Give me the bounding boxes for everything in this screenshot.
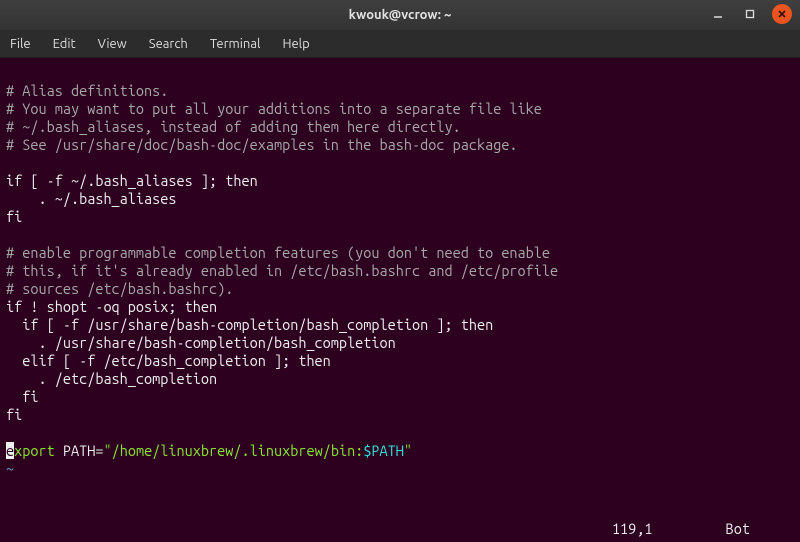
cursor-position: 119,1 bbox=[612, 520, 726, 537]
maximize-icon bbox=[745, 9, 755, 19]
code-line: elif [ -f /etc/bash_completion ]; then bbox=[6, 352, 331, 369]
code-line: . ~/.bash_aliases bbox=[6, 190, 177, 207]
minimize-button[interactable] bbox=[708, 4, 728, 24]
scroll-indicator: Bot bbox=[726, 520, 750, 537]
window-title: kwouk@vcrow: ~ bbox=[349, 8, 452, 22]
code-line: # ~/.bash_aliases, instead of adding the… bbox=[6, 118, 461, 135]
terminal-area[interactable]: # Alias definitions. # You may want to p… bbox=[0, 58, 800, 542]
code-line: # Alias definitions. bbox=[6, 82, 168, 99]
menu-search[interactable]: Search bbox=[149, 37, 188, 51]
close-button[interactable] bbox=[772, 4, 792, 24]
code-line: # this, if it's already enabled in /etc/… bbox=[6, 262, 558, 279]
string-path: "/home/linuxbrew/.linuxbrew/bin: bbox=[103, 442, 363, 459]
string-close: " bbox=[404, 442, 412, 459]
code-line: fi bbox=[6, 406, 22, 423]
window-controls bbox=[708, 4, 792, 24]
code-line: . /etc/bash_completion bbox=[6, 370, 217, 387]
menu-edit[interactable]: Edit bbox=[53, 37, 76, 51]
code-line: # You may want to put all your additions… bbox=[6, 100, 542, 117]
code-line: . /usr/share/bash-completion/bash_comple… bbox=[6, 334, 396, 351]
code-line: if [ -f /usr/share/bash-completion/bash_… bbox=[6, 316, 493, 333]
code-line: if ! shopt -oq posix; then bbox=[6, 298, 217, 315]
code-line: fi bbox=[6, 208, 22, 225]
maximize-button[interactable] bbox=[740, 4, 760, 24]
menu-file[interactable]: File bbox=[10, 37, 31, 51]
keyword-export: xport bbox=[14, 442, 55, 459]
cursor: e bbox=[6, 442, 14, 459]
export-line: export PATH="/home/linuxbrew/.linuxbrew/… bbox=[6, 442, 412, 459]
var-path: $PATH bbox=[363, 442, 404, 459]
menu-bar: File Edit View Search Terminal Help bbox=[0, 30, 800, 58]
code-line: # sources /etc/bash.bashrc). bbox=[6, 280, 233, 297]
vim-status-line: 119,1 Bot bbox=[612, 520, 750, 538]
window-titlebar: kwouk@vcrow: ~ bbox=[0, 0, 800, 30]
menu-help[interactable]: Help bbox=[282, 37, 309, 51]
vim-tilde-line: ~ bbox=[6, 460, 14, 477]
code-line: if [ -f ~/.bash_aliases ]; then bbox=[6, 172, 258, 189]
close-icon bbox=[777, 9, 787, 19]
menu-view[interactable]: View bbox=[98, 37, 127, 51]
code-line: # enable programmable completion feature… bbox=[6, 244, 550, 261]
code-line: fi bbox=[6, 388, 38, 405]
menu-terminal[interactable]: Terminal bbox=[210, 37, 261, 51]
assign: PATH= bbox=[55, 442, 104, 459]
minimize-icon bbox=[713, 9, 723, 19]
code-line: # See /usr/share/doc/bash-doc/examples i… bbox=[6, 136, 518, 153]
